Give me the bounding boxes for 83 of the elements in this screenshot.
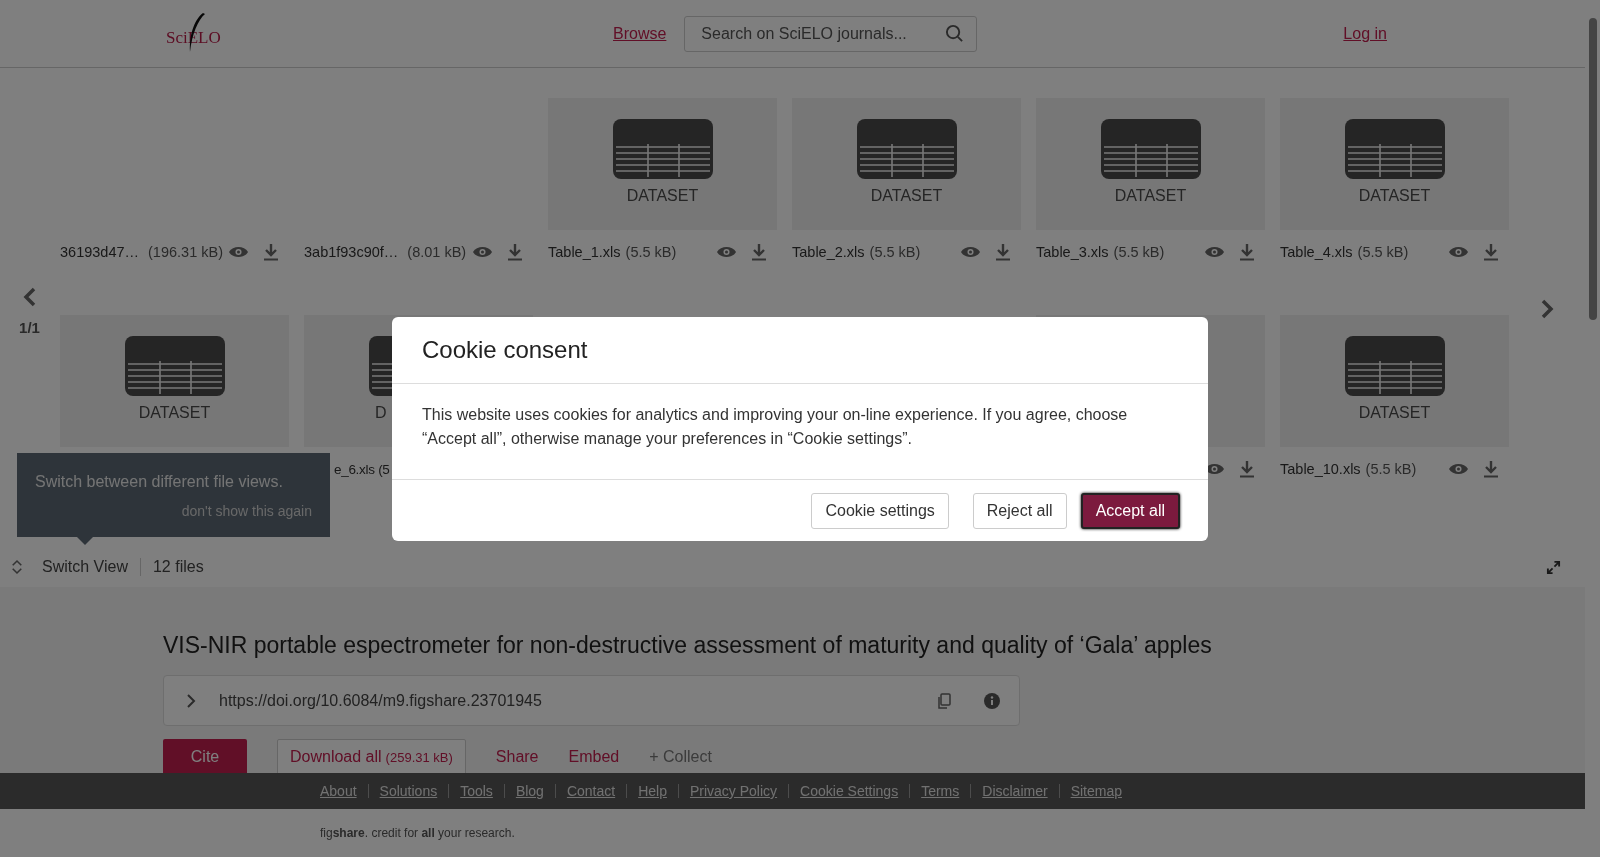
download-icon[interactable] [751,243,767,261]
file-size: (5.5 kB) [625,244,677,260]
file-thumbnail[interactable]: DATASET [548,98,777,230]
dialog-button[interactable]: Cookie settings [811,492,949,529]
file-name[interactable]: Table_4.xls [1280,244,1353,260]
table-icon [1344,119,1445,179]
download-icon[interactable] [1239,243,1255,261]
footer-link[interactable]: Cookie Settings [788,784,910,798]
file-thumbnail[interactable]: DATASET [60,315,289,447]
download-icon[interactable] [507,243,523,261]
footer-link[interactable]: Terms [909,784,971,798]
dismiss-link[interactable]: don't show this again [181,503,312,519]
file-type-label: D [375,404,387,422]
file-thumbnail[interactable]: DATASET [1036,98,1265,230]
login-link[interactable]: Log in [1343,24,1387,43]
footer-link[interactable]: About [320,784,368,798]
download-icon[interactable] [1483,460,1499,478]
file-name[interactable]: Table_3.xls [1036,244,1109,260]
footer-link[interactable]: Tools [448,784,504,798]
tooltip-text: Switch between different file views. [35,473,284,491]
footer-link[interactable]: Blog [503,784,555,798]
file-size: (5.5 kB) [1365,461,1417,477]
action-link[interactable]: Embed [568,739,620,773]
search-field[interactable]: Search on SciELO journals... [684,15,978,52]
file-size: (5.5 kB) [1113,244,1165,260]
footer-link[interactable]: Disclaimer [970,784,1059,798]
previous-icon[interactable] [23,287,37,307]
footer-link[interactable]: Contact [554,784,627,798]
file-name[interactable]: 36193d47… [60,244,139,260]
file-thumbnail[interactable]: DATASET [1280,315,1509,447]
browse-link[interactable]: Browse [613,24,667,43]
action-link[interactable]: Share [495,739,539,773]
item-title: VIS-NIR portable espectrometer for non-destructive assessment of maturity and quality of ‘Gala’ apples [163,631,1213,659]
file-count: 12 files [152,558,204,576]
dialog-text: This website uses cookies for analytics and improving your on-line experience. If you agree, choose “Accept all”, otherwise manage your preferences in “Cookie settings”. [422,405,1129,449]
switch-icon[interactable] [11,558,23,576]
table-icon [1344,336,1445,396]
doi-link[interactable]: https://doi.org/10.6084/m9.figshare.23701945 [219,691,542,710]
file-name[interactable]: Table_10.xls [1280,461,1361,477]
search-input[interactable]: Search on SciELO journals... [699,23,946,44]
chevron-icon[interactable] [186,692,196,709]
file-type-label: DATASET [138,404,211,422]
download-icon[interactable] [1239,460,1255,478]
file-size: (196.31 kB) [148,244,223,260]
table-icon [1100,119,1201,179]
file-type-label: DATASET [626,187,699,205]
download-icon[interactable] [263,243,279,261]
page-indicator: 1/1 [19,319,40,336]
file-type-label: DATASET [1114,187,1187,205]
file-thumbnail[interactable]: DATASET [1280,98,1509,230]
download-icon[interactable] [1483,243,1499,261]
download-icon[interactable] [995,243,1011,261]
action-link[interactable]: + Collect [649,739,712,773]
dialog-title: Cookie consent [422,336,588,364]
file-type-label: DATASET [1358,404,1431,422]
expand-icon[interactable] [1546,559,1561,575]
table-icon [856,119,957,179]
file-size: (5.5 kB) [1357,244,1409,260]
file-type-label: DATASET [870,187,943,205]
dialog-button[interactable]: Reject all [972,492,1067,529]
info-icon[interactable] [984,692,1000,709]
next-icon[interactable] [1540,299,1554,319]
file-size: (5.5 kB) [869,244,921,260]
accept-button[interactable]: Accept all [1080,492,1180,529]
tagline: figshare. credit for all your research. [320,826,515,840]
file-thumbnail[interactable]: DATASET [792,98,1021,230]
file-name[interactable]: Table_2.xls [792,244,865,260]
download-all-button[interactable]: Download all (259.31 kB) [277,739,466,773]
file-name[interactable]: Table_1.xls [548,244,621,260]
file-name[interactable]: e_6.xls (5 [334,461,390,477]
table-icon [612,119,713,179]
search-icon[interactable] [945,24,965,43]
file-name[interactable]: 3ab1f93c90f… [304,244,399,260]
cite-button[interactable]: Cite [163,739,247,773]
footer-link[interactable]: Help [626,784,678,798]
copy-icon[interactable] [936,692,952,709]
switch-view-button[interactable]: Switch View [42,558,141,576]
footer-link[interactable]: Privacy Policy [677,784,789,798]
footer-link[interactable]: Solutions [367,784,449,798]
table-icon [124,336,225,396]
file-type-label: DATASET [1358,187,1431,205]
file-size: (8.01 kB) [407,244,467,260]
footer-link[interactable]: Sitemap [1058,784,1133,798]
